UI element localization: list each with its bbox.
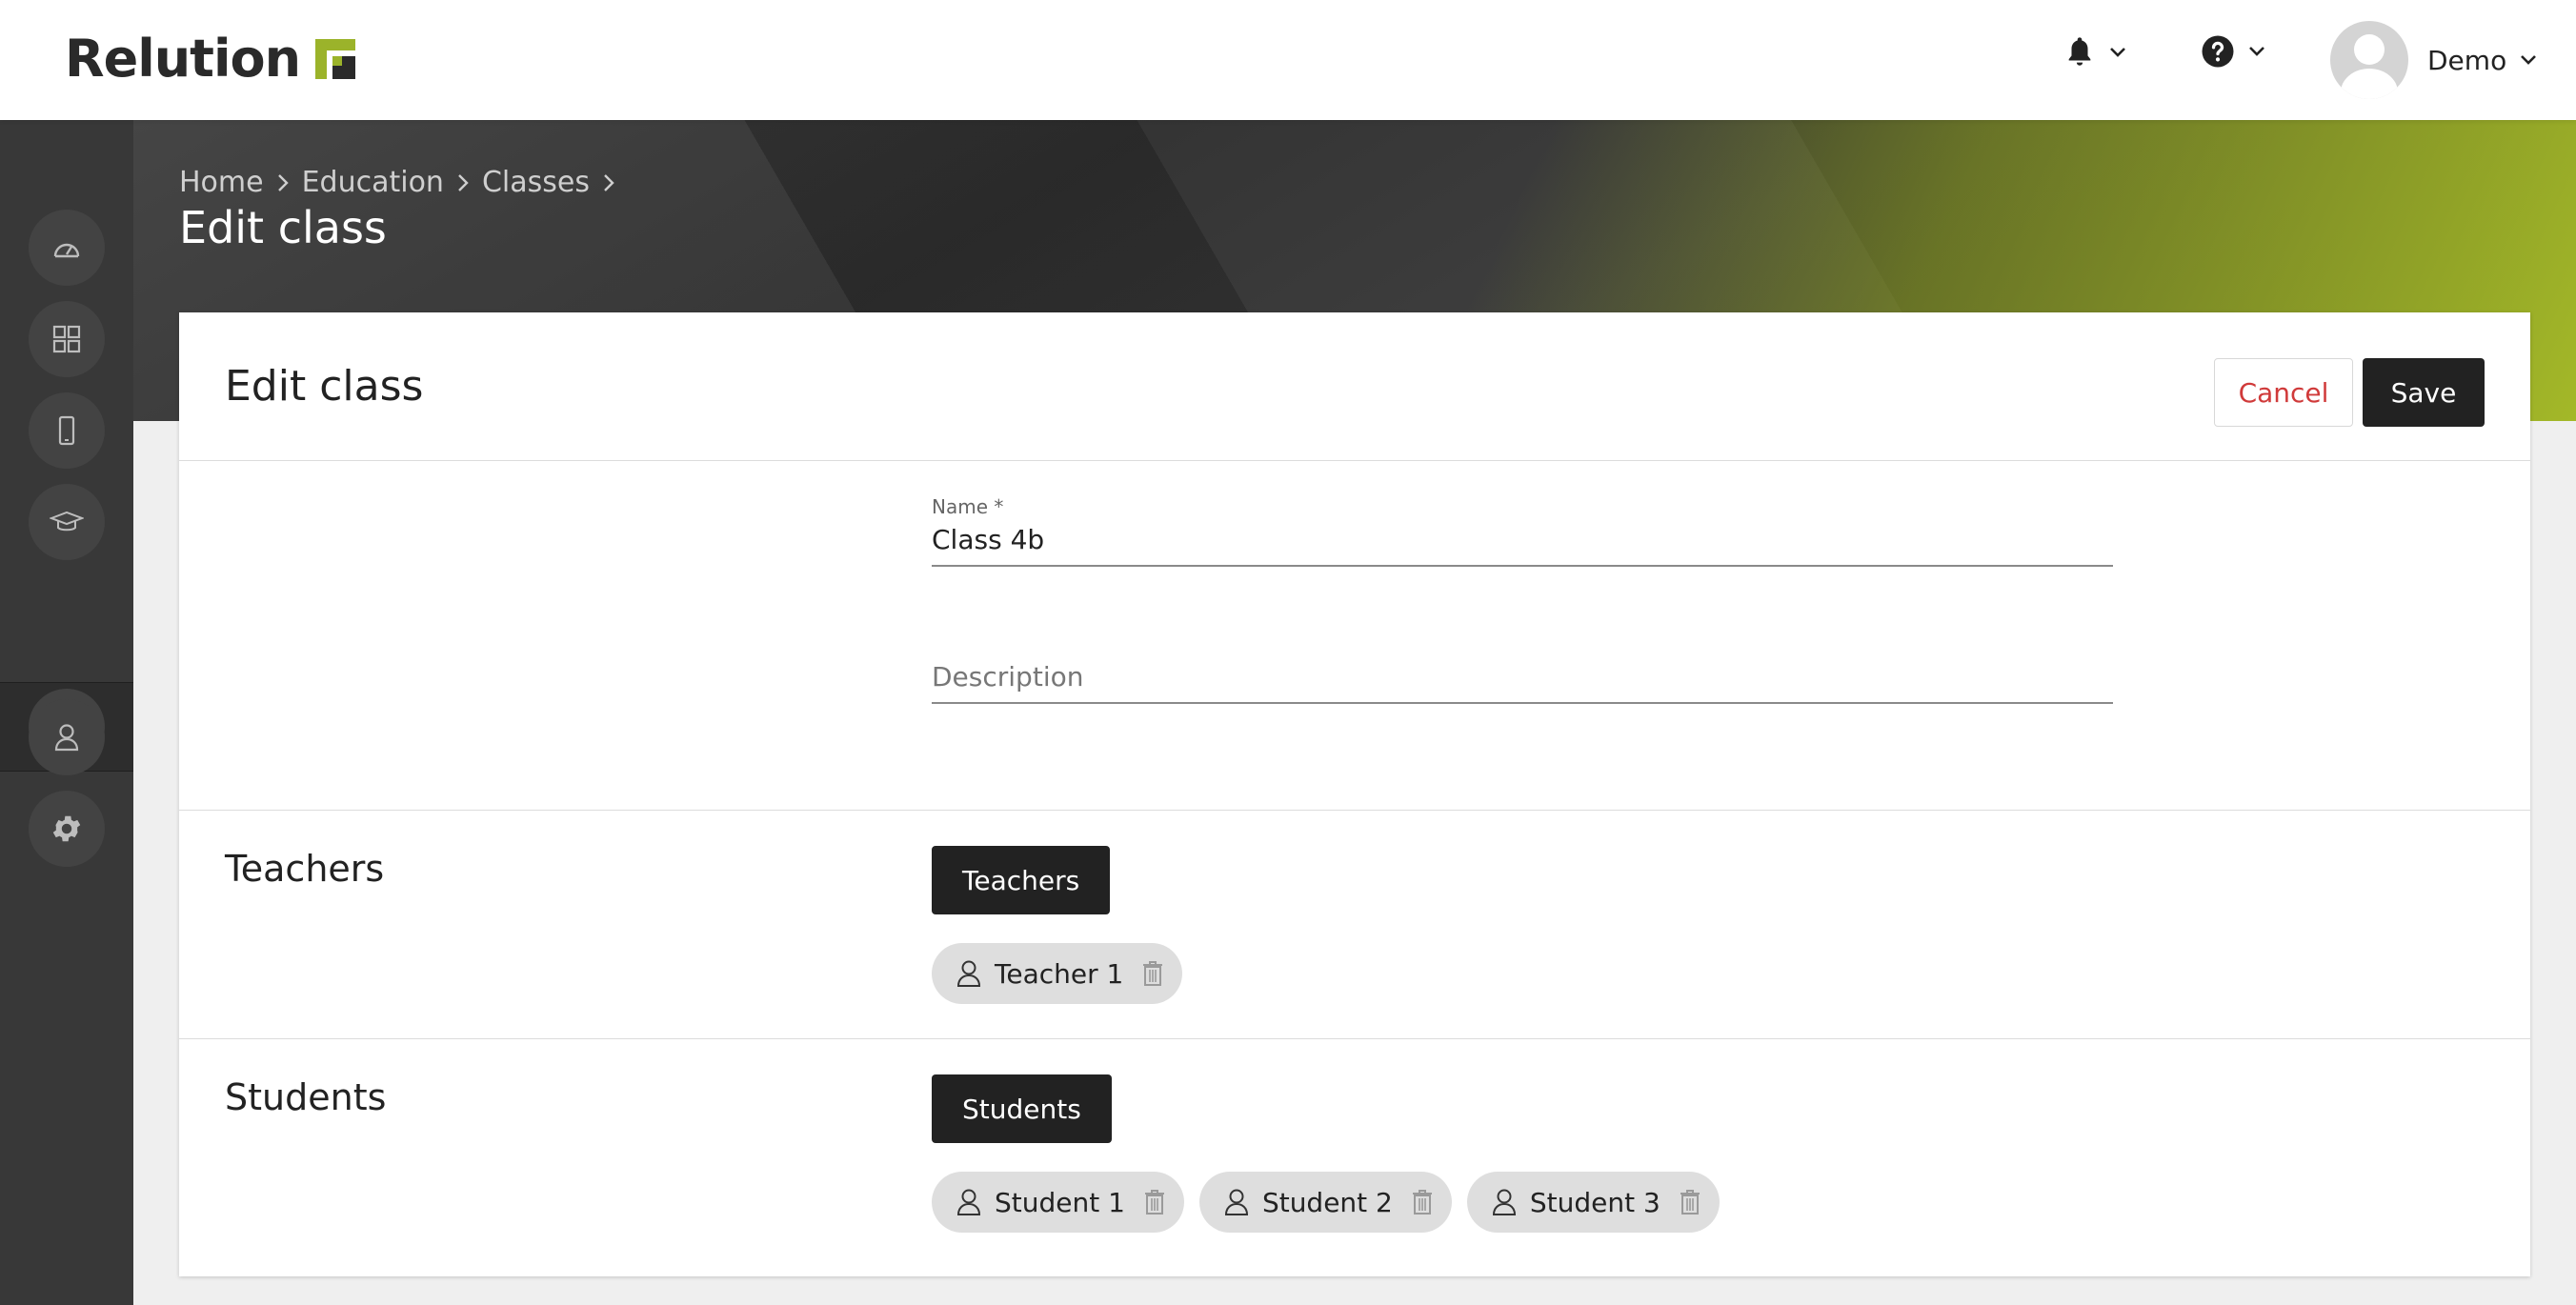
gear-icon bbox=[52, 815, 81, 842]
user-icon bbox=[1224, 1189, 1248, 1215]
description-field bbox=[932, 655, 2113, 704]
teachers-button[interactable]: Teachers bbox=[932, 846, 1111, 914]
remove-student-button[interactable] bbox=[1144, 1189, 1165, 1215]
sidebar-item-dashboard[interactable] bbox=[29, 210, 105, 286]
trash-icon bbox=[1143, 961, 1163, 986]
graduation-cap-icon bbox=[50, 511, 84, 532]
student-chip-label: Student 2 bbox=[1261, 1186, 1393, 1218]
chevron-right-icon bbox=[277, 173, 289, 191]
chevron-right-icon bbox=[604, 173, 614, 191]
user-name: Demo bbox=[2427, 44, 2507, 76]
logo[interactable]: Relution bbox=[65, 29, 356, 89]
name-input[interactable] bbox=[932, 518, 2113, 567]
save-button[interactable]: Save bbox=[2363, 358, 2485, 427]
name-field: Name * bbox=[932, 495, 2113, 567]
sidebar-item-apps[interactable] bbox=[29, 301, 105, 377]
student-chip: Student 1 bbox=[932, 1172, 1184, 1233]
students-chip-list: Student 1 Student 2 Student 3 bbox=[932, 1172, 1735, 1233]
user-icon bbox=[956, 960, 981, 987]
card-title: Edit class bbox=[225, 362, 424, 411]
divider bbox=[179, 1038, 2530, 1039]
cancel-button[interactable]: Cancel bbox=[2214, 358, 2353, 427]
sidebar: Cl bbox=[0, 120, 133, 1305]
student-chip: Student 3 bbox=[1466, 1172, 1720, 1233]
user-menu[interactable]: Demo bbox=[2330, 21, 2537, 99]
description-input[interactable] bbox=[932, 655, 2113, 704]
card-header: Edit class Cancel Save bbox=[179, 312, 2530, 461]
students-button[interactable]: Students bbox=[932, 1074, 1112, 1143]
chevron-right-icon bbox=[458, 173, 469, 191]
remove-student-button[interactable] bbox=[1680, 1189, 1701, 1215]
teacher-chip-label: Teacher 1 bbox=[995, 957, 1124, 990]
sidebar-item-users[interactable] bbox=[29, 699, 105, 775]
dashboard-icon bbox=[53, 243, 80, 258]
chevron-down-icon bbox=[2110, 48, 2125, 57]
student-chip: Student 2 bbox=[1198, 1172, 1452, 1233]
trash-icon bbox=[1412, 1190, 1432, 1215]
logo-mark-icon bbox=[315, 38, 356, 79]
chevron-down-icon bbox=[2521, 55, 2537, 65]
breadcrumb: Home Education Classes bbox=[179, 166, 628, 199]
top-bar: Relution Demo bbox=[0, 0, 2576, 120]
trash-icon bbox=[1144, 1190, 1164, 1215]
students-section-title: Students bbox=[225, 1076, 387, 1118]
user-icon bbox=[54, 724, 79, 752]
bell-icon bbox=[2068, 37, 2091, 66]
notifications-menu[interactable] bbox=[2063, 34, 2126, 70]
divider bbox=[179, 810, 2530, 811]
teachers-section-title: Teachers bbox=[225, 848, 385, 890]
trash-icon bbox=[1680, 1190, 1700, 1215]
sidebar-item-devices[interactable] bbox=[29, 392, 105, 469]
sidebar-item-education[interactable] bbox=[29, 484, 105, 560]
edit-class-card: Edit class Cancel Save Name * Teachers T… bbox=[179, 312, 2530, 1276]
remove-student-button[interactable] bbox=[1412, 1189, 1433, 1215]
breadcrumb-education[interactable]: Education bbox=[302, 166, 444, 199]
user-icon bbox=[1492, 1189, 1516, 1215]
breadcrumb-classes[interactable]: Classes bbox=[482, 166, 590, 199]
student-chip-label: Student 3 bbox=[1529, 1186, 1660, 1218]
teachers-chip-list: Teacher 1 bbox=[932, 943, 1197, 1004]
student-chip-label: Student 1 bbox=[995, 1186, 1125, 1218]
apps-grid-icon bbox=[52, 325, 81, 353]
breadcrumb-home[interactable]: Home bbox=[179, 166, 264, 199]
user-icon bbox=[956, 1189, 981, 1215]
chevron-down-icon bbox=[2249, 47, 2264, 56]
help-icon bbox=[2202, 35, 2234, 68]
device-icon bbox=[58, 415, 75, 446]
help-menu[interactable] bbox=[2201, 34, 2265, 69]
avatar bbox=[2330, 21, 2408, 99]
teacher-chip: Teacher 1 bbox=[932, 943, 1183, 1004]
sidebar-item-settings[interactable] bbox=[29, 791, 105, 867]
logo-text: Relution bbox=[65, 29, 301, 89]
remove-teacher-button[interactable] bbox=[1142, 960, 1163, 987]
name-field-label: Name * bbox=[932, 495, 1004, 518]
page-title: Edit class bbox=[179, 202, 387, 253]
